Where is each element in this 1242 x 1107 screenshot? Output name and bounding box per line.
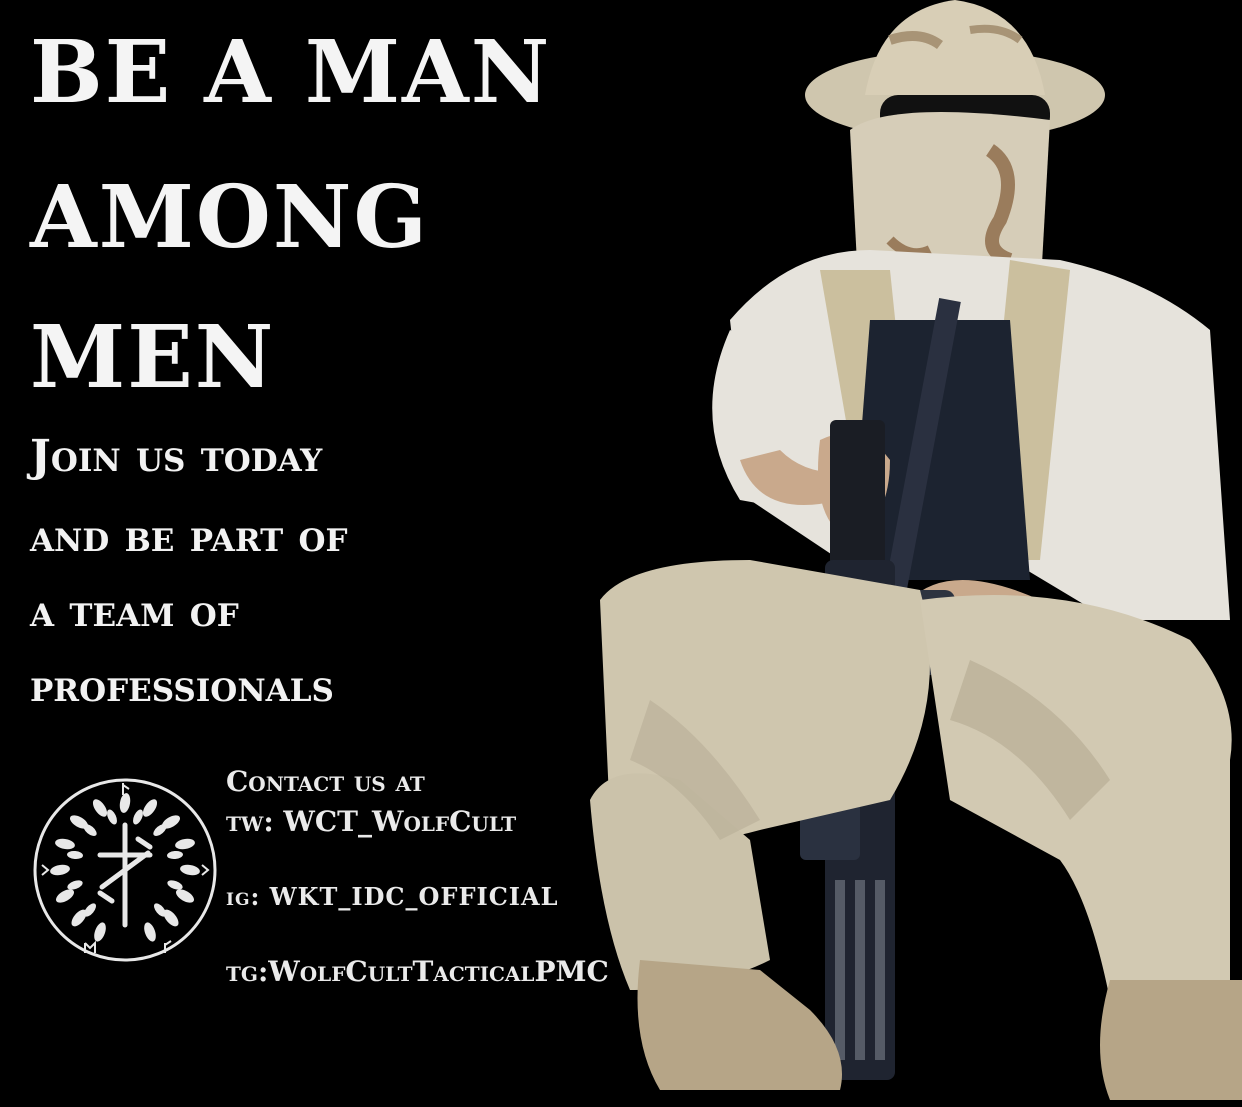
wreath-crossed-blades-emblem-icon bbox=[33, 778, 217, 962]
kneeling-soldier-illustration bbox=[590, 0, 1242, 1100]
headline-line-2: AMONG bbox=[30, 167, 429, 268]
subheadline-line-2: and be part of bbox=[30, 511, 348, 562]
contact-instagram: ig: WKT_IDC_OFFICIAL bbox=[226, 882, 559, 911]
contact-telegram: tg:WolfCultTacticalPMC bbox=[226, 955, 609, 988]
subheadline-line-4: professionals bbox=[30, 661, 334, 712]
poster: BE A MAN AMONG MEN Join us today and be … bbox=[0, 0, 1242, 1107]
subheadline-line-3: a team of bbox=[30, 586, 239, 637]
contact-intro: Contact us at bbox=[226, 765, 425, 798]
headline-line-1: BE A MAN bbox=[30, 22, 552, 123]
headline-line-3: MEN bbox=[30, 307, 276, 408]
subheadline-line-1: Join us today bbox=[30, 431, 323, 482]
contact-twitter: tw: WCT_WolfCult bbox=[226, 805, 517, 838]
